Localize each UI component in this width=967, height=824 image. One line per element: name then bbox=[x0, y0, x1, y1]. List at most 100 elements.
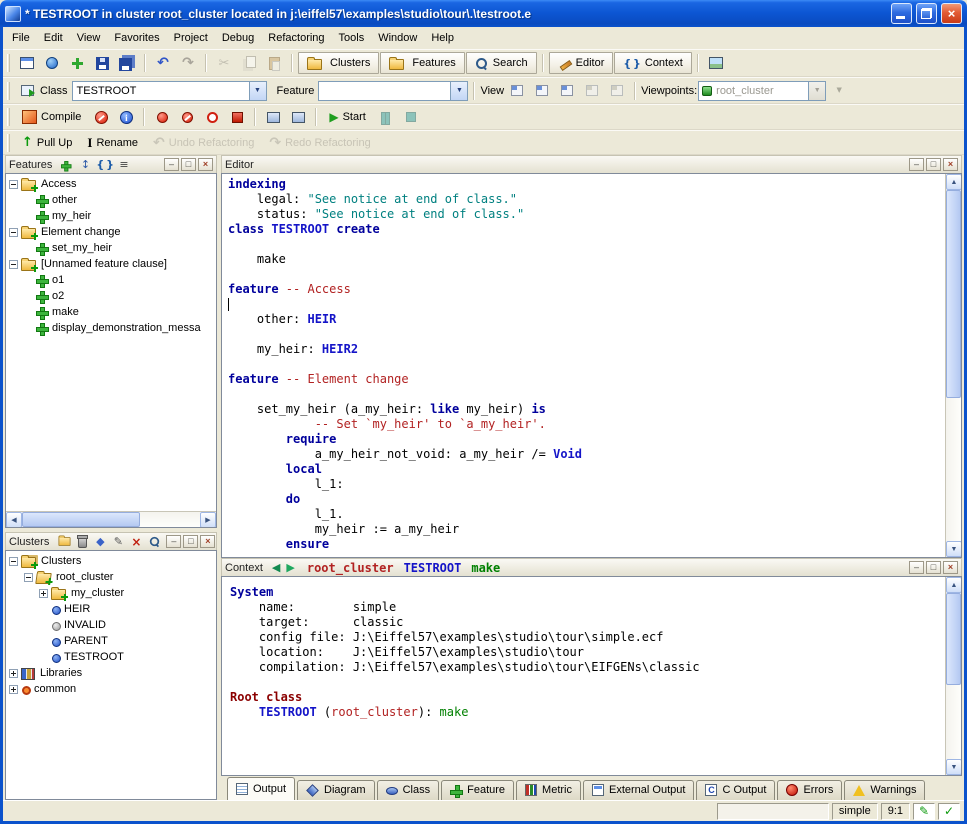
view-option-button-1[interactable] bbox=[505, 79, 529, 103]
remove-breakpoints-button[interactable] bbox=[200, 105, 224, 129]
cluster-edit-button[interactable]: ✎ bbox=[110, 534, 126, 549]
tree-expander-icon[interactable] bbox=[9, 260, 18, 269]
tab-output[interactable]: Output bbox=[227, 777, 295, 800]
context-vscrollbar[interactable]: ▲ ▼ bbox=[945, 577, 961, 775]
menu-refactoring[interactable]: Refactoring bbox=[261, 29, 331, 47]
editor-code[interactable]: indexing legal: "See notice at end of cl… bbox=[228, 177, 945, 557]
debug-tool-button-2[interactable] bbox=[286, 105, 310, 129]
view-option-button-2[interactable] bbox=[530, 79, 554, 103]
diagram-tool-button[interactable] bbox=[704, 51, 728, 75]
breadcrumb-item-testroot[interactable]: TESTROOT bbox=[404, 561, 462, 575]
menu-edit[interactable]: Edit bbox=[37, 29, 70, 47]
redo-button[interactable]: ↷ bbox=[176, 51, 200, 75]
debug-tool-button-1[interactable] bbox=[261, 105, 285, 129]
menu-debug[interactable]: Debug bbox=[215, 29, 261, 47]
panel-close-button[interactable]: × bbox=[198, 158, 213, 171]
tree-expander-icon[interactable] bbox=[9, 669, 18, 678]
toolbar-grip[interactable] bbox=[7, 108, 10, 126]
menu-view[interactable]: View bbox=[70, 29, 108, 47]
undo-button[interactable]: ↶ bbox=[151, 51, 175, 75]
cancel-compile-button[interactable] bbox=[89, 105, 113, 129]
stop-button[interactable] bbox=[399, 105, 423, 129]
tab-warnings[interactable]: Warnings bbox=[844, 780, 925, 800]
tab-feature[interactable]: Feature bbox=[441, 780, 514, 800]
cluster-item-heir[interactable]: HEIR bbox=[6, 601, 216, 617]
system-info-button[interactable] bbox=[114, 105, 138, 129]
panel-minimize-button[interactable]: – bbox=[164, 158, 179, 171]
tab-errors[interactable]: Errors bbox=[777, 780, 842, 800]
undo-refactoring-button[interactable]: ↶ Undo Refactoring bbox=[146, 131, 261, 155]
toolbar-grip[interactable] bbox=[7, 134, 10, 152]
feature-item-o1[interactable]: o1 bbox=[6, 272, 216, 288]
scroll-left-button[interactable]: ◀ bbox=[6, 512, 22, 528]
navigate-forward-button[interactable]: ▶ bbox=[284, 561, 296, 574]
tree-expander-icon[interactable] bbox=[9, 180, 18, 189]
scroll-up-button[interactable]: ▲ bbox=[946, 174, 962, 190]
tree-expander-icon[interactable] bbox=[9, 228, 18, 237]
feature-item-set-my-heir[interactable]: set_my_heir bbox=[6, 240, 216, 256]
ready-status-button[interactable]: ✓ bbox=[938, 803, 960, 820]
tab-c-output[interactable]: C Output bbox=[696, 780, 775, 800]
editor-panel-header[interactable]: Editor – □ × bbox=[221, 155, 962, 173]
tree-expander-icon[interactable] bbox=[39, 589, 48, 598]
restore-button[interactable] bbox=[916, 3, 937, 24]
panel-maximize-button[interactable]: □ bbox=[183, 535, 198, 548]
feature-combo[interactable]: ▼ bbox=[318, 81, 468, 101]
cluster-item-common[interactable]: common bbox=[6, 681, 216, 697]
feature-item-my-heir[interactable]: my_heir bbox=[6, 208, 216, 224]
delete-cluster-button[interactable] bbox=[74, 534, 90, 549]
pause-button[interactable] bbox=[374, 105, 398, 129]
feature-combo-dropdown[interactable]: ▼ bbox=[450, 82, 467, 100]
clusters-tool-button[interactable]: Clusters bbox=[298, 52, 379, 74]
enable-breakpoints-button[interactable] bbox=[150, 105, 174, 129]
scroll-thumb[interactable] bbox=[946, 593, 961, 685]
close-button[interactable]: × bbox=[941, 3, 962, 24]
feature-item-element-change[interactable]: Element change bbox=[6, 224, 216, 240]
tree-expander-icon[interactable] bbox=[9, 557, 18, 566]
menu-tools[interactable]: Tools bbox=[332, 29, 372, 47]
tree-expander-icon[interactable] bbox=[24, 573, 33, 582]
scroll-down-button[interactable]: ▼ bbox=[946, 541, 962, 557]
scroll-thumb[interactable] bbox=[22, 512, 140, 527]
panel-minimize-button[interactable]: – bbox=[166, 535, 181, 548]
class-combo-dropdown[interactable]: ▼ bbox=[249, 82, 266, 100]
editor-vscrollbar[interactable]: ▲ ▼ bbox=[945, 174, 961, 557]
breadcrumb-item-root_cluster[interactable]: root_cluster bbox=[307, 561, 394, 575]
compile-button[interactable]: Compile bbox=[15, 105, 88, 129]
view-option-button-5[interactable] bbox=[605, 79, 629, 103]
disable-breakpoints-button[interactable] bbox=[175, 105, 199, 129]
cluster-item-invalid[interactable]: INVALID bbox=[6, 617, 216, 633]
cluster-search-button[interactable] bbox=[146, 534, 162, 549]
cluster-item-my-cluster[interactable]: my_cluster bbox=[6, 585, 216, 601]
pull-up-button[interactable]: ↑ Pull Up bbox=[15, 131, 79, 155]
cluster-item-libraries[interactable]: Libraries bbox=[6, 665, 216, 681]
context-panel-header[interactable]: Context ◀ ▶ root_clusterTESTROOTmake – □… bbox=[221, 558, 962, 576]
editor-tool-button[interactable]: Editor bbox=[549, 52, 614, 74]
menu-project[interactable]: Project bbox=[167, 29, 215, 47]
cluster-remove-button[interactable]: × bbox=[128, 534, 144, 549]
menu-file[interactable]: File bbox=[5, 29, 37, 47]
save-all-button[interactable] bbox=[115, 51, 139, 75]
tab-metric[interactable]: Metric bbox=[516, 780, 581, 800]
feature-item-display-demonstration-messa[interactable]: display_demonstration_messa bbox=[6, 320, 216, 336]
viewpoints-extra-dropdown[interactable]: ▼ bbox=[827, 79, 851, 103]
scroll-thumb[interactable] bbox=[946, 190, 961, 398]
scroll-track[interactable] bbox=[946, 593, 961, 759]
new-class-button[interactable] bbox=[65, 51, 89, 75]
cut-button[interactable]: ✂ bbox=[212, 51, 236, 75]
feature-list-button[interactable]: ≡ bbox=[116, 157, 132, 172]
rename-button[interactable]: I Rename bbox=[80, 131, 145, 155]
class-combo[interactable]: TESTROOT ▼ bbox=[72, 81, 267, 101]
add-cluster-button[interactable] bbox=[56, 534, 72, 549]
viewpoints-combo-dropdown[interactable]: ▼ bbox=[808, 82, 825, 100]
cluster-item-testroot[interactable]: TESTROOT bbox=[6, 649, 216, 665]
menu-window[interactable]: Window bbox=[371, 29, 424, 47]
context-container[interactable]: System name: simple target: classic conf… bbox=[221, 576, 962, 776]
feature-item-o2[interactable]: o2 bbox=[6, 288, 216, 304]
scroll-track[interactable] bbox=[946, 190, 961, 541]
viewpoints-combo[interactable]: root_cluster ▼ bbox=[698, 81, 826, 101]
cluster-item-clusters[interactable]: Clusters bbox=[6, 553, 216, 569]
clusters-panel-header[interactable]: Clusters ◆ ✎ × – □ × bbox=[5, 532, 217, 550]
redo-refactoring-button[interactable]: ↷ Redo Refactoring bbox=[262, 131, 377, 155]
feature-item-other[interactable]: other bbox=[6, 192, 216, 208]
